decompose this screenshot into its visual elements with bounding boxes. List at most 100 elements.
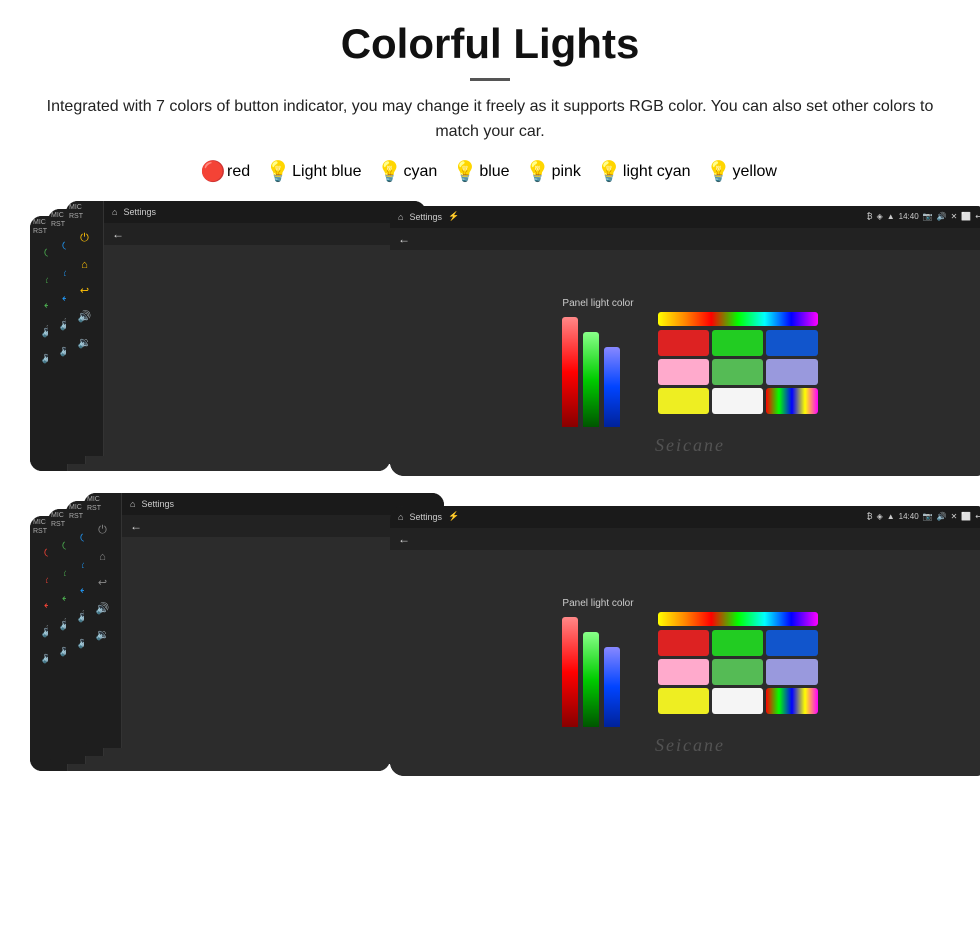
status-bar-main-bottom: ⌂ Settings ⚡ ₿ ◈ ▲ 14:40 📷 (390, 506, 980, 528)
swatch-lgreen-bottom (712, 659, 763, 685)
signal-icon: ▲ (887, 212, 895, 221)
volume-icon-bottom: 🔊 (937, 512, 947, 521)
bar-green-bottom (583, 632, 599, 727)
swatch-grid-top (658, 312, 818, 414)
panels-area: MIC RST ⏻ ⌂ ↩ 🔊 🔉 ⌂ (30, 201, 950, 796)
back-icon-3: ↩ (75, 281, 95, 301)
mic-label-1: MIC (33, 219, 46, 226)
panel-light-label-top: Panel light color (562, 298, 633, 309)
label-blue: blue (479, 163, 509, 181)
color-item-cyan: 💡 cyan (380, 159, 438, 185)
bottom-power-4: ⏻ (93, 521, 113, 541)
mic-label-2: MIC (51, 212, 64, 219)
panel-light-section-bottom: Panel light color (562, 598, 633, 727)
bulb-lightblue: 💡 (268, 159, 288, 185)
main-screen-bottom: ⌂ Settings ⚡ ₿ ◈ ▲ 14:40 📷 (390, 506, 980, 776)
bulb-pink: 💡 (528, 159, 548, 185)
swatch-red-top (658, 330, 709, 356)
label-red: red (227, 163, 250, 181)
swatch-blue-top (766, 330, 817, 356)
bottom-mic-1: MIC (33, 519, 46, 526)
top-main-device: ⌂ Settings ⚡ ₿ ◈ ▲ 14:40 📷 (390, 206, 980, 476)
home-icon-3: ⌂ (75, 255, 95, 275)
color-bars-top (562, 317, 633, 427)
color-item-blue: 💡 blue (455, 159, 509, 185)
color-grid-top (658, 330, 818, 414)
color-item-lightcyan: 💡 light cyan (599, 159, 691, 185)
power-icon-3: ⏻ (75, 229, 95, 249)
bottom-vol-up-4: 🔊 (93, 599, 113, 619)
swatch-white-top (712, 388, 763, 414)
close-icon-bottom[interactable]: ✕ (951, 512, 958, 521)
main-panel-body-bottom: Panel light color (390, 550, 980, 776)
bottom-rst-1: RST (33, 528, 47, 535)
panel-body-3 (104, 245, 426, 456)
bulb-cyan: 💡 (380, 159, 400, 185)
main-content-3: ⌂ Settings ← (104, 201, 426, 456)
window-icon[interactable]: ⬜ (961, 212, 971, 221)
signal-icon-bottom: ▲ (887, 512, 895, 521)
rst-label-3: RST (69, 213, 83, 220)
settings-label-main-bottom: Settings (409, 512, 442, 522)
volume-icon: 🔊 (937, 212, 947, 221)
window-icon-bottom[interactable]: ⬜ (961, 512, 971, 521)
status-bar-main-top: ⌂ Settings ⚡ ₿ ◈ ▲ 14:40 📷 (390, 206, 980, 228)
swatch-yellow-top (658, 388, 709, 414)
time-display-bottom: 14:40 (899, 512, 919, 521)
status-right-main-bottom: ₿ ◈ ▲ 14:40 📷 🔊 ✕ ⬜ ↩ (867, 512, 980, 521)
label-cyan: cyan (404, 163, 438, 181)
main-screen-top: ⌂ Settings ⚡ ₿ ◈ ▲ 14:40 📷 (390, 206, 980, 476)
bt-icon-bottom: ₿ (867, 512, 873, 521)
bulb-lightcyan: 💡 (599, 159, 619, 185)
main-content-top: ⌂ Settings ⚡ ₿ ◈ ▲ 14:40 📷 (390, 206, 980, 476)
label-lightcyan: light cyan (623, 163, 691, 181)
swatch-blue-bottom (766, 630, 817, 656)
label-pink: pink (552, 163, 581, 181)
status-left-main-top: ⌂ Settings ⚡ (398, 211, 459, 222)
nav-bar-main-top: ← (390, 228, 980, 250)
bottom-home-4: ⌂ (93, 547, 113, 567)
back-nav-icon-bottom[interactable]: ↩ (975, 512, 980, 521)
time-display: 14:40 (899, 212, 919, 221)
rst-label-2: RST (51, 221, 65, 228)
status-bar-3: ⌂ Settings (104, 201, 426, 223)
bottom-sidebar-4: MIC RST ⏻ ⌂ ↩ 🔊 🔉 (84, 493, 122, 748)
back-btn-3[interactable]: ← (112, 227, 124, 241)
back-nav-icon[interactable]: ↩ (975, 212, 980, 221)
swatch-grid-bottom (658, 612, 818, 714)
wifi-icon-bottom: ◈ (877, 512, 883, 521)
bar-red-top (562, 317, 578, 427)
usb-icon: ⚡ (448, 211, 459, 222)
nav-bar-main-bottom: ← (390, 528, 980, 550)
back-btn-main-top[interactable]: ← (398, 232, 410, 246)
swatch-yellow-bottom (658, 688, 709, 714)
bottom-back-btn-4[interactable]: ← (130, 519, 142, 533)
status-left-main-bottom: ⌂ Settings ⚡ (398, 511, 459, 522)
swatch-green-bottom (712, 630, 763, 656)
bottom-vol-dn-4: 🔉 (93, 625, 113, 645)
swatch-pink-top (658, 359, 709, 385)
home-nav-main-bottom: ⌂ (398, 512, 403, 522)
close-icon[interactable]: ✕ (951, 212, 958, 221)
swatch-multi-bottom (766, 688, 817, 714)
status-left-3: ⌂ Settings (112, 207, 156, 217)
camera-icon: 📷 (923, 212, 933, 221)
bottom-panel-row: MIC RST ⏻ ⌂ ↩ 🔊 🔉 ⌂ (30, 501, 950, 796)
home-nav-main: ⌂ (398, 212, 403, 222)
panel-light-label-bottom: Panel light color (562, 598, 633, 609)
color-item-yellow: 💡 yellow (709, 159, 777, 185)
bottom-stacked-devices: MIC RST ⏻ ⌂ ↩ 🔊 🔉 ⌂ (30, 501, 950, 796)
page-description: Integrated with 7 colors of button indic… (30, 95, 950, 145)
top-device-3: MIC RST ⏻ ⌂ ↩ 🔊 🔉 ⌂ (66, 201, 426, 456)
swatch-purple-top (766, 359, 817, 385)
rainbow-swatch-top (658, 312, 818, 326)
main-content-bottom: ⌂ Settings ⚡ ₿ ◈ ▲ 14:40 📷 (390, 506, 980, 776)
bottom-main-device: ⌂ Settings ⚡ ₿ ◈ ▲ 14:40 📷 (390, 506, 980, 776)
swatch-purple-bottom (766, 659, 817, 685)
home-nav-3: ⌂ (112, 207, 117, 217)
bulb-yellow: 💡 (709, 159, 729, 185)
color-grid-bottom (658, 630, 818, 714)
bar-green-top (583, 332, 599, 427)
back-btn-main-bottom[interactable]: ← (398, 532, 410, 546)
color-item-red: 🔴 red (203, 159, 250, 185)
